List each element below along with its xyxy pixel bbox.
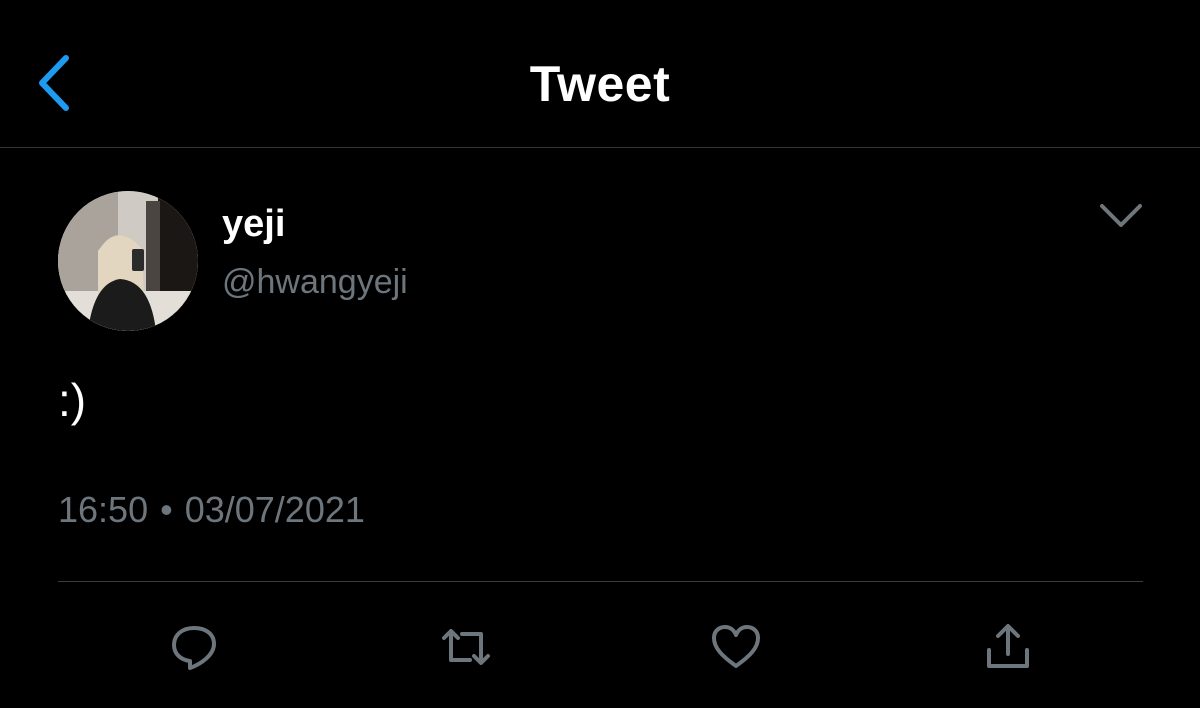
author-display-name[interactable]: yeji (222, 202, 285, 246)
retweet-icon (442, 629, 490, 665)
top-bar: Tweet (0, 0, 1200, 148)
tweet-text: :) (58, 374, 87, 426)
chevron-down-icon (1100, 204, 1142, 227)
reply-icon (172, 626, 216, 670)
avatar[interactable] (58, 191, 198, 331)
tweet-time: 16:50 (58, 489, 149, 530)
reply-button[interactable] (168, 622, 220, 672)
meta-separator: • (160, 489, 173, 530)
tweet-timestamp: 16:50 • 03/07/2021 (58, 488, 365, 532)
divider (58, 581, 1143, 582)
share-icon (987, 624, 1029, 668)
share-button[interactable] (982, 622, 1034, 672)
like-icon (712, 625, 760, 668)
page-title: Tweet (529, 56, 671, 112)
like-button[interactable] (710, 622, 762, 672)
tweet-date: 03/07/2021 (184, 489, 365, 530)
more-options-button[interactable] (1096, 196, 1146, 236)
author-handle[interactable]: @hwangyeji (222, 262, 408, 302)
retweet-button[interactable] (440, 622, 492, 672)
